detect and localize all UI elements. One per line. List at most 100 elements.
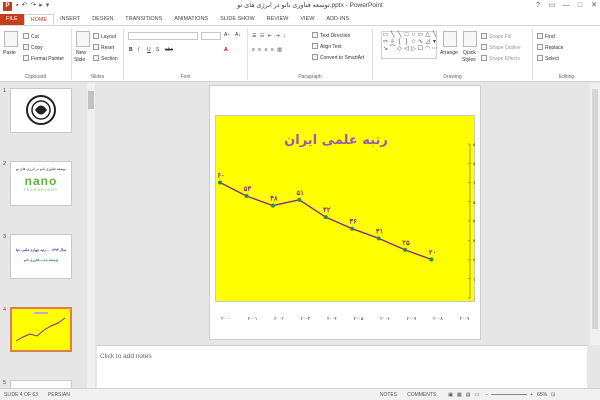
shape-outline-button[interactable]: Shape Outline	[481, 44, 521, 51]
new-slide-button[interactable]: New	[76, 50, 86, 56]
tab-transitions[interactable]: TRANSITIONS	[119, 14, 168, 25]
rank-line-chart[interactable]: رتبه علمی ایران ۰ ۱۰ ۲۰ ۳۰ ۴۰ ۵۰ ۶۰ ۷۰ ۸۰ ۶۰ ۵۳ ۴۸ ۵۱…	[216, 116, 478, 303]
slide-sorter-icon[interactable]: ▦	[457, 392, 462, 398]
editor-scrollbar[interactable]	[590, 83, 600, 345]
shape-icon[interactable]: ⌒	[389, 46, 396, 53]
help-icon[interactable]: ?	[534, 0, 542, 12]
fit-slide-icon[interactable]: ⊡	[551, 392, 555, 398]
quick-styles-icon[interactable]	[463, 31, 477, 47]
new-slide-button-line2[interactable]: Slide	[74, 57, 85, 63]
star-shape-icon[interactable]: ☆	[410, 39, 417, 46]
oval-shape-icon[interactable]: ○	[410, 32, 417, 39]
tab-animations[interactable]: ANIMATIONS	[168, 14, 214, 25]
slide-thumbnail-4[interactable]	[10, 307, 72, 352]
textbox-shape-icon[interactable]: ▭	[382, 32, 389, 39]
shape-fill-button[interactable]: Shape Fill	[481, 33, 511, 40]
section-button[interactable]: Section	[93, 55, 118, 62]
replace-button[interactable]: Replace	[537, 44, 563, 51]
tab-add-ins[interactable]: ADD-INS	[320, 14, 355, 25]
tab-slide-show[interactable]: SLIDE SHOW	[214, 14, 261, 25]
triangle-shape-icon[interactable]: △	[424, 32, 431, 39]
paste-icon[interactable]	[4, 31, 18, 47]
shapes-gallery[interactable]: ▭ ╲ ╲ □ ○ ▭ △ ╲ ⇨ ⇩{} ☆ ∿ ◿ ▾ ↘ ⌒ ◇ ◁ ▷ ☐ ◠ ⋯	[381, 31, 438, 59]
redo-icon[interactable]: ↷	[30, 0, 36, 12]
line-shape-icon[interactable]: ╲	[431, 32, 438, 39]
text-direction-button[interactable]: Text Direction	[312, 32, 350, 39]
tab-design[interactable]: DESIGN	[86, 14, 119, 25]
rectangle-shape-icon[interactable]: □	[403, 32, 410, 39]
line-shape-icon[interactable]: ╲	[396, 32, 403, 39]
cut-button[interactable]: Cut	[23, 33, 39, 40]
reading-view-icon[interactable]: ▤	[466, 392, 471, 398]
thumbnails-scrollbar-thumb[interactable]	[88, 91, 94, 109]
slide-thumbnail-2[interactable]: توسعه فناوری نانو در انرژی های نو nano T…	[10, 161, 72, 206]
close-icon[interactable]: ✕	[590, 0, 598, 12]
font-color-button[interactable]: A	[224, 47, 228, 53]
chart-area[interactable]: رتبه علمی ایران ۰ ۱۰ ۲۰ ۳۰ ۴۰ ۵۰ ۶۰ ۷۰ ۸۰ ۶۰ ۵۳ ۴۸ ۵۱…	[215, 115, 478, 303]
notes-toggle[interactable]: NOTES	[380, 392, 397, 398]
brace-shape-icon[interactable]: }	[403, 39, 410, 46]
tab-home[interactable]: HOME	[23, 14, 55, 25]
language-indicator[interactable]: PERSIAN	[48, 392, 70, 398]
italic-button[interactable]: I	[138, 47, 139, 53]
align-text-button[interactable]: Align Text	[312, 43, 342, 50]
tab-review[interactable]: REVIEW	[261, 14, 295, 25]
shape-icon[interactable]: ⋯	[431, 46, 438, 53]
ribbon-display-icon[interactable]: ▭	[548, 0, 556, 12]
callout-shape-icon[interactable]: ◿	[424, 39, 431, 46]
paste-button[interactable]: Paste	[3, 50, 16, 56]
font-name-select[interactable]	[128, 32, 198, 40]
tab-file[interactable]: FILE	[0, 14, 24, 25]
arrange-icon[interactable]	[443, 31, 457, 47]
arrow-shape-icon[interactable]: ↘	[382, 46, 389, 53]
copy-button[interactable]: Copy	[23, 44, 43, 51]
shape-icon[interactable]: ◠	[424, 46, 431, 53]
start-slideshow-icon[interactable]: ▸	[39, 0, 43, 12]
zoom-level[interactable]: 65%	[537, 392, 547, 398]
shape-icon[interactable]: ▷	[410, 46, 417, 53]
arrow-shape-icon[interactable]: ⇨	[382, 39, 389, 46]
tab-insert[interactable]: INSERT	[54, 14, 86, 25]
normal-view-icon[interactable]: ▣	[448, 392, 453, 398]
quick-styles-button-line2[interactable]: Styles	[462, 57, 476, 63]
layout-button[interactable]: Layout	[93, 33, 116, 40]
more-shapes-icon[interactable]: ▾	[431, 39, 438, 46]
slide-thumbnail-1[interactable]	[10, 88, 72, 133]
quick-styles-button[interactable]: Quick	[463, 50, 476, 56]
undo-icon[interactable]: ↶	[21, 0, 27, 12]
bold-button[interactable]: B	[129, 47, 133, 53]
convert-smartart-button[interactable]: Convert to SmartArt	[312, 54, 364, 61]
maximize-icon[interactable]: □	[576, 0, 584, 12]
shrink-font-icon[interactable]: A↓	[235, 32, 241, 38]
alignment-icons[interactable]: ≡ ≡ ≡ ≡ ▥	[252, 47, 283, 53]
zoom-in-icon[interactable]: +	[530, 392, 533, 398]
shape-icon[interactable]: ☐	[417, 46, 424, 53]
shape-icon[interactable]: ◁	[403, 46, 410, 53]
grow-font-icon[interactable]: A↑	[224, 32, 230, 38]
bullets-numbering-icons[interactable]: ☰ ☷ ⇤ ⇥ ↕	[252, 33, 286, 39]
zoom-slider[interactable]	[491, 394, 528, 395]
shape-effects-button[interactable]: Shape Effects	[481, 55, 520, 62]
minimize-icon[interactable]: —	[562, 0, 570, 12]
comments-toggle[interactable]: COMMENTS	[407, 392, 436, 398]
arrow-shape-icon[interactable]: ⇩	[389, 39, 396, 46]
customize-toolbar-icon[interactable]: ▾	[46, 0, 50, 12]
arrange-button[interactable]: Arrange	[440, 50, 458, 56]
new-slide-icon[interactable]	[76, 31, 90, 47]
zoom-out-icon[interactable]: −	[485, 392, 488, 398]
current-slide[interactable]: رتبه علمی ایران ۰ ۱۰ ۲۰ ۳۰ ۴۰ ۵۰ ۶۰ ۷۰ ۸۰ ۶۰ ۵۳ ۴۸ ۵۱…	[209, 85, 481, 340]
find-button[interactable]: Find	[537, 33, 555, 40]
slide-thumbnail-3[interactable]: سال ۱۳۹۴ ← رتبه چهارم علمی دنیا توسعه جذ…	[10, 234, 72, 279]
format-painter-button[interactable]: Format Painter	[23, 55, 64, 62]
tab-view[interactable]: VIEW	[294, 14, 320, 25]
thumbnails-scrollbar[interactable]	[87, 83, 95, 388]
rect-shape-icon[interactable]: ▭	[417, 32, 424, 39]
save-icon[interactable]: ▪	[16, 0, 18, 12]
slideshow-view-icon[interactable]: ▭	[474, 392, 479, 398]
shadow-button[interactable]: S	[156, 47, 159, 53]
line-shape-icon[interactable]: ╲	[389, 32, 396, 39]
strikethrough-button[interactable]: abc	[165, 47, 173, 53]
reset-button[interactable]: Reset	[93, 44, 114, 51]
font-size-select[interactable]	[201, 32, 221, 40]
select-button[interactable]: Select	[537, 55, 559, 62]
